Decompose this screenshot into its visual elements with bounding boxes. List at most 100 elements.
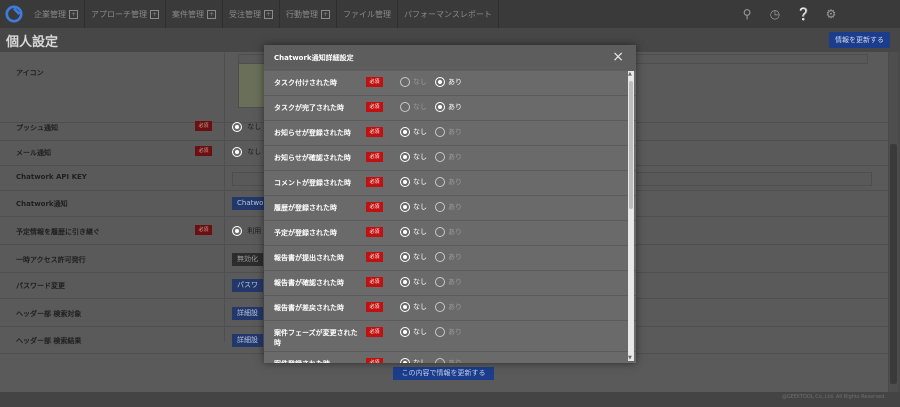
radio-button[interactable]	[435, 252, 445, 262]
nav-item[interactable]: パフォーマンスレポート	[398, 0, 499, 28]
radio-option-yes[interactable]: あり	[435, 127, 462, 137]
radio-button[interactable]	[400, 102, 410, 112]
scroll-down-icon[interactable]: ▼	[628, 355, 632, 361]
page-title: 個人設定	[6, 35, 59, 50]
radio-option-none[interactable]: なし	[400, 252, 427, 262]
radio-option-none[interactable]: なし	[400, 302, 427, 312]
search-result-settings-button[interactable]: 詳細設	[232, 334, 263, 347]
radio-option-none[interactable]: なし	[400, 152, 427, 162]
nav-item-label: 案件管理	[172, 9, 204, 19]
radio-button[interactable]	[400, 77, 410, 87]
nav-item[interactable]: アプローチ管理 +	[85, 0, 166, 28]
radio-option-yes[interactable]: あり	[435, 152, 462, 162]
radio-button[interactable]	[400, 202, 410, 212]
radio-option-none[interactable]: なし	[400, 358, 427, 363]
mail-notification-radio[interactable]: なし	[232, 146, 261, 159]
radio-option-yes[interactable]: あり	[435, 102, 462, 112]
radio-button[interactable]	[435, 277, 445, 287]
plus-icon[interactable]: +	[207, 9, 216, 19]
app-logo-icon[interactable]	[0, 0, 28, 28]
required-badge: 必須	[366, 127, 383, 137]
radio-label: あり	[448, 228, 462, 236]
radio-option-none[interactable]: なし	[400, 102, 427, 112]
radio-button[interactable]	[400, 358, 410, 363]
save-settings-button[interactable]: この内容で情報を更新する	[393, 367, 494, 380]
page-scrollbar-thumb[interactable]	[890, 144, 897, 384]
modal-scrollbar-thumb[interactable]	[629, 81, 633, 209]
password-change-button[interactable]: パスワ	[232, 279, 263, 292]
radio-button[interactable]	[400, 177, 410, 187]
temporary-access-button[interactable]: 無効化	[232, 253, 263, 266]
nav-item[interactable]: ファイル管理	[337, 0, 398, 28]
push-notification-radio[interactable]: なし	[232, 121, 261, 134]
top-navigation-bar: 企業管理 + アプローチ管理 + 案件管理 + 受注管理 + 行動管理 + ファイル管理 パフォーマン…	[0, 0, 900, 28]
schedule-history-radio[interactable]: 利用	[232, 225, 261, 238]
scroll-up-icon[interactable]: ▲	[628, 71, 632, 77]
radio-option-yes[interactable]: あり	[435, 202, 462, 212]
radio-button[interactable]	[400, 327, 410, 337]
radio-button[interactable]	[435, 302, 445, 312]
plus-icon[interactable]: +	[69, 9, 78, 19]
radio-label: なし	[413, 278, 427, 286]
radio-label: あり	[448, 303, 462, 311]
radio-option-yes[interactable]: あり	[435, 177, 462, 187]
radio-button[interactable]	[400, 252, 410, 262]
setting-label: Chatwork API KEY	[16, 173, 87, 181]
radio-button[interactable]	[435, 327, 445, 337]
radio-option-none[interactable]: なし	[400, 77, 427, 87]
radio-button[interactable]	[400, 152, 410, 162]
required-badge: 必須	[195, 146, 212, 156]
setting-label: アイコン	[16, 69, 44, 77]
radio-button[interactable]	[435, 152, 445, 162]
radio-option-yes[interactable]: あり	[435, 252, 462, 262]
radio-option-none[interactable]: なし	[400, 277, 427, 287]
modal-title: Chatwork通知詳細設定	[274, 54, 354, 62]
radio-button[interactable]	[400, 127, 410, 137]
radio-button[interactable]	[435, 202, 445, 212]
radio-label: あり	[448, 153, 462, 161]
notification-setting-row: お知らせが確認された時 必須 なし あり	[264, 146, 636, 171]
required-badge: 必須	[366, 277, 383, 287]
radio-button[interactable]	[435, 227, 445, 237]
radio-button[interactable]	[435, 177, 445, 187]
notification-setting-label: 報告書が差戻された時	[274, 304, 344, 312]
nav-item[interactable]: 受注管理 +	[223, 0, 280, 28]
radio-option-yes[interactable]: あり	[435, 358, 462, 363]
search-icon[interactable]: ⚲	[740, 7, 754, 21]
nav-item[interactable]: 行動管理 +	[280, 0, 337, 28]
radio-button[interactable]	[400, 277, 410, 287]
radio-option-yes[interactable]: あり	[435, 327, 462, 337]
radio-option-none[interactable]: なし	[400, 127, 427, 137]
plus-icon[interactable]: +	[264, 9, 273, 19]
search-target-settings-button[interactable]: 詳細設	[232, 307, 263, 320]
radio-button[interactable]	[435, 358, 445, 363]
radio-option-none[interactable]: なし	[400, 202, 427, 212]
gear-icon[interactable]: ⚙	[824, 7, 838, 21]
radio-option-none[interactable]: なし	[400, 177, 427, 187]
radio-option-none[interactable]: なし	[400, 327, 427, 337]
clock-icon[interactable]: ◷	[768, 7, 782, 21]
radio-button[interactable]	[435, 77, 445, 87]
nav-item-label: 受注管理	[229, 9, 261, 19]
radio-button[interactable]	[400, 302, 410, 312]
radio-option-yes[interactable]: あり	[435, 227, 462, 237]
modal-scrollbar[interactable]: ▲ ▼	[628, 71, 634, 361]
update-info-button[interactable]: 情報を更新する	[829, 32, 890, 48]
help-icon[interactable]: ❔	[796, 7, 811, 21]
radio-label: なし	[413, 178, 427, 186]
radio-label: あり	[448, 78, 462, 86]
nav-item[interactable]: 企業管理 +	[28, 0, 85, 28]
radio-option-yes[interactable]: あり	[435, 302, 462, 312]
radio-button[interactable]	[435, 102, 445, 112]
radio-label: あり	[448, 178, 462, 186]
radio-option-yes[interactable]: あり	[435, 77, 462, 87]
radio-button[interactable]	[435, 127, 445, 137]
radio-option-yes[interactable]: あり	[435, 277, 462, 287]
close-icon[interactable]: ×	[612, 49, 624, 65]
radio-label: あり	[448, 253, 462, 261]
radio-option-none[interactable]: なし	[400, 227, 427, 237]
plus-icon[interactable]: +	[150, 9, 159, 19]
nav-item[interactable]: 案件管理 +	[166, 0, 223, 28]
plus-icon[interactable]: +	[321, 9, 330, 19]
radio-button[interactable]	[400, 227, 410, 237]
